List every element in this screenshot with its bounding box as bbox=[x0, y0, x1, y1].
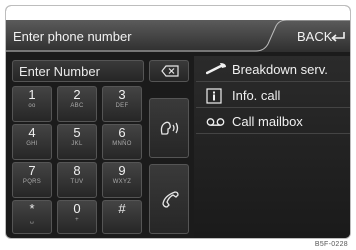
key-digit: 7 bbox=[28, 163, 36, 178]
key-star[interactable]: * ␣ bbox=[12, 200, 52, 234]
wrench-icon bbox=[206, 63, 226, 75]
voicemail-icon: oo bbox=[28, 103, 36, 109]
key-3[interactable]: 3 DEF bbox=[102, 86, 142, 122]
call-mailbox-item[interactable]: Call mailbox bbox=[196, 110, 350, 134]
key-digit: 3 bbox=[118, 87, 126, 102]
key-letters: MNÑO bbox=[112, 141, 132, 147]
key-4[interactable]: 4 GHI bbox=[12, 124, 52, 160]
key-letters: ABC bbox=[70, 103, 84, 109]
info-call-item[interactable]: Info. call bbox=[196, 84, 350, 108]
phone-handset-icon bbox=[162, 191, 179, 208]
key-digit: * bbox=[29, 201, 35, 216]
key-2[interactable]: 2 ABC bbox=[57, 86, 97, 122]
backspace-icon bbox=[161, 65, 179, 77]
key-8[interactable]: 8 TUV bbox=[57, 162, 97, 198]
back-button[interactable]: BACK bbox=[284, 27, 348, 47]
key-digit: 8 bbox=[73, 163, 81, 178]
key-letters: + bbox=[75, 217, 79, 223]
key-letters: GHI bbox=[26, 141, 38, 147]
back-arrow-icon bbox=[331, 32, 345, 42]
key-0[interactable]: 0 + bbox=[57, 200, 97, 234]
breakdown-service-item[interactable]: Breakdown serv. bbox=[196, 58, 350, 82]
key-digit: 2 bbox=[73, 87, 81, 102]
back-label: BACK bbox=[297, 29, 333, 44]
key-digit: 4 bbox=[28, 125, 36, 140]
key-letters: TUV bbox=[70, 179, 84, 185]
call-mailbox-label: Call mailbox bbox=[232, 114, 303, 129]
voicemail-icon bbox=[206, 118, 225, 126]
key-letters: JKL bbox=[71, 141, 83, 147]
figure-code: B5F-0228 bbox=[314, 241, 348, 248]
key-letters: PQRS bbox=[22, 179, 42, 185]
key-digit: 6 bbox=[118, 125, 126, 140]
key-digit: 9 bbox=[118, 163, 126, 178]
voice-command-icon bbox=[160, 121, 179, 135]
key-digit: # bbox=[118, 201, 126, 216]
key-9[interactable]: 9 WXYZ bbox=[102, 162, 142, 198]
space-icon: ␣ bbox=[29, 218, 35, 224]
key-6[interactable]: 6 MNÑO bbox=[102, 124, 142, 160]
page-title: Enter phone number bbox=[13, 29, 132, 44]
key-hash[interactable]: # bbox=[102, 200, 142, 234]
key-letters: DEF bbox=[115, 103, 129, 109]
key-digit: 0 bbox=[73, 201, 81, 216]
number-input[interactable]: Enter Number bbox=[12, 60, 144, 82]
top-strip bbox=[6, 6, 350, 20]
key-5[interactable]: 5 JKL bbox=[57, 124, 97, 160]
key-digit: 1 bbox=[28, 87, 36, 102]
breakdown-service-label: Breakdown serv. bbox=[232, 62, 328, 77]
header-bar: Enter phone number BACK bbox=[6, 20, 350, 52]
key-7[interactable]: 7 PQRS bbox=[12, 162, 52, 198]
info-call-label: Info. call bbox=[232, 88, 281, 103]
call-button[interactable] bbox=[149, 164, 189, 234]
backspace-button[interactable] bbox=[149, 60, 189, 82]
info-icon bbox=[206, 88, 222, 104]
phone-screen: Enter phone number BACK Enter Number 1 o… bbox=[6, 6, 350, 238]
voice-dial-button[interactable] bbox=[149, 98, 189, 158]
key-letters: WXYZ bbox=[112, 179, 132, 185]
key-1[interactable]: 1 oo bbox=[12, 86, 52, 122]
key-digit: 5 bbox=[73, 125, 81, 140]
